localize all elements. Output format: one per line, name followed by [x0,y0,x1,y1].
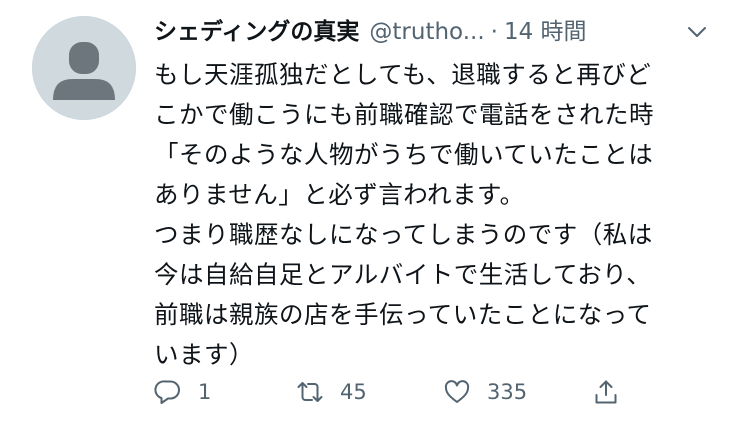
user-handle[interactable]: @trutho... [369,12,484,52]
tweet-text-line: 今は自給自足とアルバイトで生活しており、 [154,260,652,289]
share-icon [595,380,617,404]
chevron-down-icon [688,27,706,37]
retweet-count: 45 [340,380,367,404]
share-button[interactable] [592,372,620,412]
tweet-text: もし天涯孤独だとしても、退職すると再びど こかで働こうにも前職確認で電話をされた… [154,55,724,375]
retweet-icon [297,382,323,402]
tweet-text-line: います） [154,340,254,369]
separator-dot: · [490,19,498,45]
more-options-button[interactable] [680,12,714,52]
like-count: 335 [487,380,528,404]
avatar[interactable] [32,16,136,120]
tweet-text-line: こかで働こうにも前職確認で電話をされた時 [154,100,654,129]
display-name[interactable]: シェディングの真実 [154,12,359,52]
tweet-actions: 1 45 335 [154,372,634,412]
tweet[interactable]: シェディングの真実 @trutho... · 14 時間 もし天涯孤独だとしても… [0,0,740,430]
tweet-timestamp[interactable]: 14 時間 [504,12,587,52]
retweet-button[interactable]: 45 [296,372,367,412]
tweet-text-line: ありません」と必ず言われます。 [154,180,525,209]
tweet-text-line: つまり職歴なしになってしまうのです（私は [154,220,653,249]
reply-icon [154,380,180,404]
tweet-text-line: 「そのような人物がうちで働いていたことは [154,140,654,169]
like-button[interactable]: 335 [443,372,527,412]
heart-icon [444,380,470,403]
reply-count: 1 [198,380,212,404]
tweet-content: シェディングの真実 @trutho... · 14 時間 もし天涯孤独だとしても… [154,12,724,375]
tweet-header: シェディングの真実 @trutho... · 14 時間 [154,12,724,52]
reply-button[interactable]: 1 [154,372,211,412]
tweet-text-line: もし天涯孤独だとしても、退職すると再びど [154,60,652,89]
default-avatar-icon [32,16,136,120]
tweet-text-line: 前職は親族の店を手伝っていたことになって [154,300,652,329]
